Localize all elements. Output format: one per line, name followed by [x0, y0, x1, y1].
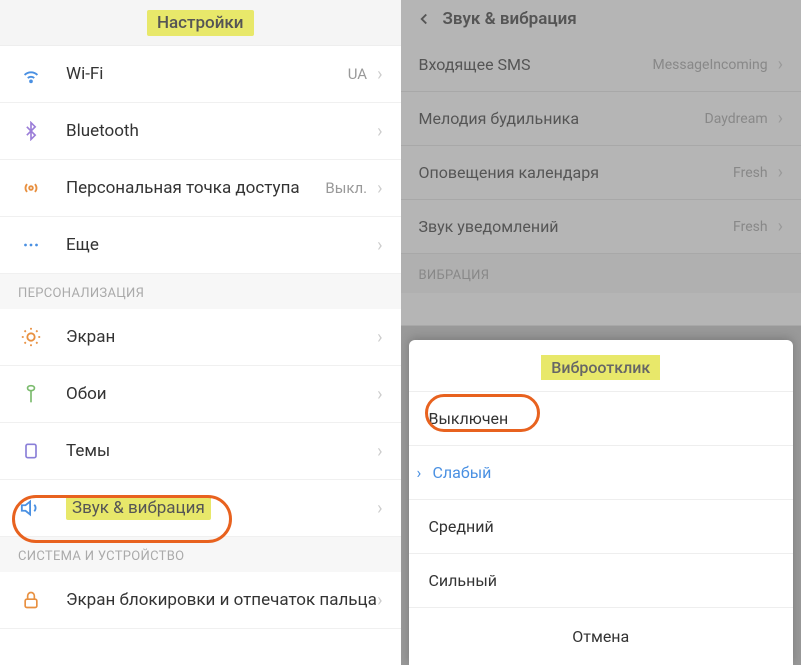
- settings-item-bluetooth[interactable]: Bluetooth ›: [0, 103, 401, 160]
- chevron-right-icon: ›: [778, 54, 783, 75]
- item-value: Fresh: [733, 165, 768, 181]
- modal-cancel-button[interactable]: Отмена: [409, 608, 794, 665]
- haptic-option-strong[interactable]: Сильный: [409, 554, 794, 608]
- item-label: Темы: [66, 441, 377, 461]
- bluetooth-icon: [18, 118, 44, 144]
- chevron-right-icon: ›: [377, 384, 382, 405]
- item-value: UA: [348, 65, 367, 83]
- settings-item-themes[interactable]: Темы ›: [0, 423, 401, 480]
- item-label: Оповещения календаря: [419, 163, 734, 182]
- dimmed-row: [401, 293, 801, 326]
- item-label: Звук & вибрация: [66, 498, 377, 518]
- left-header: Настройки: [0, 0, 401, 46]
- chevron-right-icon: ›: [377, 327, 382, 348]
- sound-item-notifications[interactable]: Звук уведомлений Fresh ›: [401, 200, 801, 254]
- settings-item-display[interactable]: Экран ›: [0, 309, 401, 366]
- item-label: Мелодия будильника: [419, 109, 705, 128]
- settings-item-wallpaper[interactable]: Обои ›: [0, 366, 401, 423]
- item-label: Еще: [66, 235, 377, 255]
- chevron-right-icon: ›: [778, 108, 783, 129]
- haptic-option-off[interactable]: Выключен: [409, 392, 794, 446]
- section-system: СИСТЕМА И УСТРОЙСТВО: [0, 537, 401, 572]
- item-label: Входящее SMS: [419, 55, 653, 74]
- chevron-right-icon: ›: [778, 216, 783, 237]
- section-vibration: ВИБРАЦИЯ: [401, 254, 801, 293]
- chevron-right-icon: ›: [377, 441, 382, 462]
- sound-item-alarm[interactable]: Мелодия будильника Daydream ›: [401, 92, 801, 146]
- item-label: Обои: [66, 384, 377, 404]
- right-header: Звук & вибрация: [401, 0, 801, 38]
- chevron-right-icon: ›: [377, 235, 382, 256]
- haptic-option-weak[interactable]: Слабый: [409, 446, 794, 500]
- hotspot-icon: [18, 175, 44, 201]
- back-icon[interactable]: [413, 8, 435, 30]
- item-value: Выкл.: [325, 179, 367, 197]
- chevron-right-icon: ›: [778, 162, 783, 183]
- chevron-right-icon: ›: [377, 498, 382, 519]
- settings-item-sound[interactable]: Звук & вибрация ›: [0, 480, 401, 537]
- item-label: Звук уведомлений: [419, 217, 734, 236]
- sound-icon: [18, 495, 44, 521]
- right-sound-panel: Звук & вибрация Входящее SMS MessageInco…: [401, 0, 801, 665]
- lock-icon: [18, 587, 44, 613]
- settings-item-more[interactable]: Еще ›: [0, 217, 401, 274]
- left-title: Настройки: [147, 10, 254, 36]
- chevron-right-icon: ›: [377, 178, 382, 199]
- item-value: Daydream: [705, 111, 768, 127]
- settings-item-lockscreen[interactable]: Экран блокировки и отпечаток пальца ›: [0, 572, 401, 629]
- themes-icon: [18, 438, 44, 464]
- chevron-right-icon: ›: [377, 590, 382, 611]
- item-label: Bluetooth: [66, 121, 377, 141]
- left-settings-panel: Настройки Wi-Fi UA › Bluetooth › Персона…: [0, 0, 401, 665]
- item-value: MessageIncoming: [652, 57, 767, 73]
- wallpaper-icon: [18, 381, 44, 407]
- chevron-right-icon: ›: [377, 64, 382, 85]
- settings-item-wifi[interactable]: Wi-Fi UA ›: [0, 46, 401, 103]
- haptic-modal: Виброотклик Выключен Слабый Средний Силь…: [409, 340, 794, 665]
- display-icon: [18, 324, 44, 350]
- dimmed-content: Входящее SMS MessageIncoming › Мелодия б…: [401, 38, 801, 326]
- sound-item-calendar[interactable]: Оповещения календаря Fresh ›: [401, 146, 801, 200]
- haptic-option-medium[interactable]: Средний: [409, 500, 794, 554]
- wifi-icon: [18, 61, 44, 87]
- settings-item-hotspot[interactable]: Персональная точка доступа Выкл. ›: [0, 160, 401, 217]
- section-personalization: ПЕРСОНАЛИЗАЦИЯ: [0, 274, 401, 309]
- item-label: Экран: [66, 327, 377, 347]
- item-label: Экран блокировки и отпечаток пальца: [66, 589, 377, 611]
- item-value: Fresh: [733, 219, 768, 235]
- right-title: Звук & вибрация: [443, 9, 577, 29]
- modal-title: Виброотклик: [409, 340, 794, 392]
- item-label: Wi-Fi: [66, 64, 348, 84]
- sound-item-sms[interactable]: Входящее SMS MessageIncoming ›: [401, 38, 801, 92]
- item-label: Персональная точка доступа: [66, 177, 325, 199]
- more-icon: [18, 232, 44, 258]
- chevron-right-icon: ›: [377, 121, 382, 142]
